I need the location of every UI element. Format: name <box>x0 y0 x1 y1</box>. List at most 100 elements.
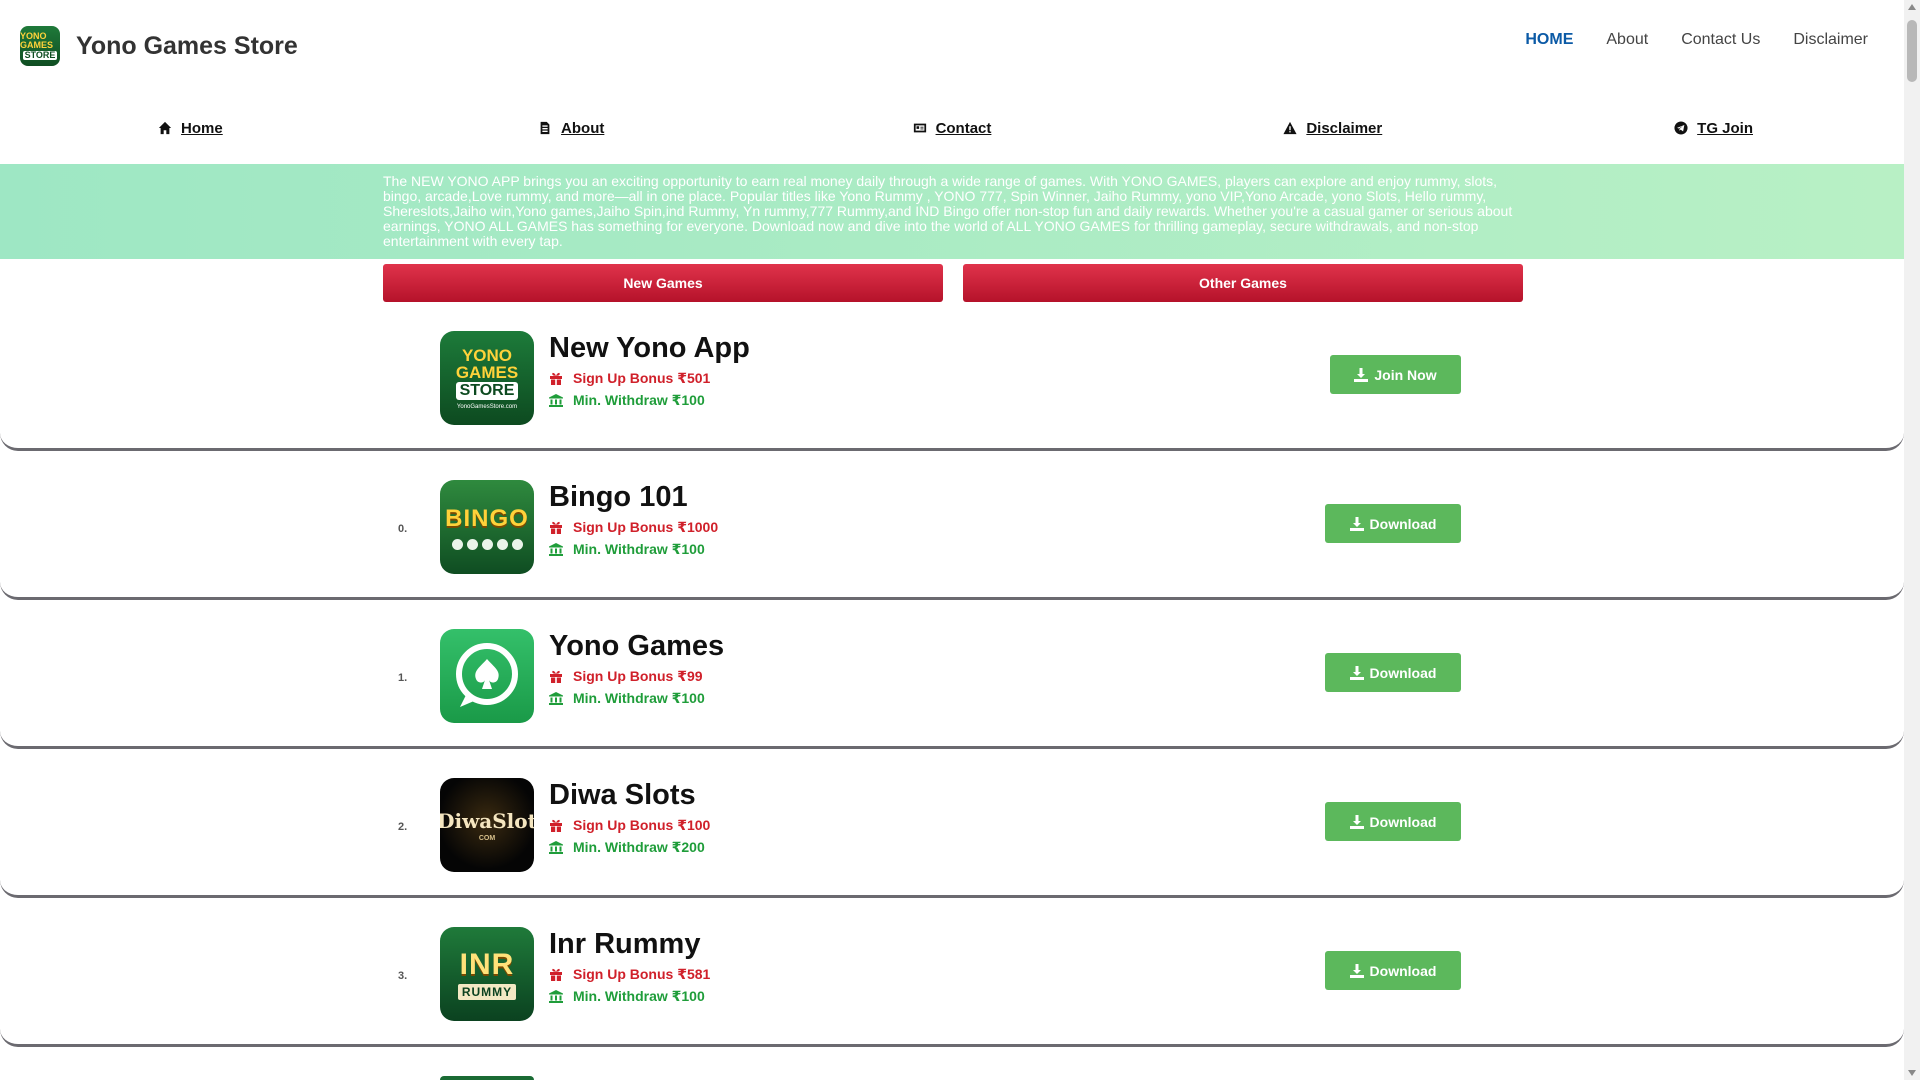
download-icon <box>1349 814 1364 829</box>
subnav-contact-label: Contact <box>935 119 992 137</box>
brand-logo[interactable]: YONO GAMES STORE <box>20 26 60 66</box>
next-game-icon-peek[interactable] <box>440 1076 534 1080</box>
game-card: 2. DiwaSlot COM Diwa Slots Sign Up Bonus… <box>0 749 1904 898</box>
download-icon <box>1349 516 1364 531</box>
game-icon-dots <box>450 538 525 550</box>
min-withdraw-text: Min. Withdraw ₹200 <box>573 839 705 855</box>
download-label: Download <box>1369 515 1437 532</box>
tab-other-games[interactable]: Other Games <box>963 264 1523 302</box>
game-title[interactable]: Yono Games <box>549 630 724 663</box>
nav-disclaimer[interactable]: Disclaimer <box>1793 31 1868 49</box>
secondary-nav: Home About Contact Disclaimer TG Join <box>0 92 1904 164</box>
signup-bonus-text: Sign Up Bonus ₹100 <box>573 817 711 833</box>
game-icon-diwa-slots[interactable]: DiwaSlot COM <box>440 778 534 872</box>
min-withdraw: Min. Withdraw ₹100 <box>549 541 705 558</box>
download-icon <box>1349 665 1364 680</box>
game-icon-text: GAMES <box>455 362 519 382</box>
brand-name[interactable]: Yono Games Store <box>76 32 298 61</box>
signup-bonus: Sign Up Bonus ₹501 <box>549 370 710 387</box>
brand-logo-text: YONO GAMES <box>20 31 54 50</box>
scrollbar[interactable] <box>1904 0 1920 1080</box>
game-icon-inr-rummy[interactable]: INR RUMMY <box>440 927 534 1021</box>
contact-card-icon <box>913 123 926 133</box>
min-withdraw-text: Min. Withdraw ₹100 <box>573 392 705 408</box>
game-rank: 2. <box>398 821 408 833</box>
game-card: 3. INR RUMMY Inr Rummy Sign Up Bonus ₹58… <box>0 898 1904 1047</box>
game-rank: 0. <box>398 523 408 535</box>
min-withdraw-text: Min. Withdraw ₹100 <box>573 541 705 557</box>
home-icon <box>158 121 172 135</box>
bank-icon <box>549 692 563 705</box>
signup-bonus: Sign Up Bonus ₹581 <box>549 966 710 983</box>
game-icon-text: YONO <box>461 345 513 365</box>
game-icon-text: RUMMY <box>457 984 517 1000</box>
download-label: Download <box>1369 664 1437 681</box>
warning-icon <box>1283 121 1297 135</box>
min-withdraw: Min. Withdraw ₹100 <box>549 690 705 707</box>
game-icon-new-yono-app[interactable]: YONO GAMES STORE YonoGamesStore.com <box>440 331 534 425</box>
bank-icon <box>549 841 563 854</box>
telegram-icon <box>1674 121 1688 135</box>
gift-icon <box>550 968 562 981</box>
intro-banner: The NEW YONO APP brings you an exciting … <box>0 164 1904 259</box>
bank-icon <box>549 394 563 407</box>
brand-logo-store: STORE <box>22 50 58 60</box>
signup-bonus-text: Sign Up Bonus ₹581 <box>573 966 711 982</box>
subnav-disclaimer[interactable]: Disclaimer <box>1142 120 1523 137</box>
signup-bonus-text: Sign Up Bonus ₹1000 <box>573 519 719 535</box>
min-withdraw-text: Min. Withdraw ₹100 <box>573 690 705 706</box>
document-icon <box>540 121 550 135</box>
game-title[interactable]: Inr Rummy <box>549 928 700 961</box>
download-label: Download <box>1369 962 1437 979</box>
nav-home[interactable]: HOME <box>1525 31 1573 49</box>
game-title[interactable]: Bingo 101 <box>549 481 688 514</box>
download-button[interactable]: Download <box>1325 653 1461 692</box>
top-nav: HOME About Contact Us Disclaimer <box>1492 31 1868 49</box>
game-icon-text: INR <box>459 948 515 981</box>
download-button[interactable]: Download <box>1325 802 1461 841</box>
join-now-button[interactable]: Join Now <box>1330 355 1461 394</box>
game-icon-text: STORE <box>455 381 519 400</box>
subnav-tg-join[interactable]: TG Join <box>1523 120 1904 137</box>
nav-contact-us[interactable]: Contact Us <box>1681 31 1760 49</box>
download-button[interactable]: Download <box>1325 951 1461 990</box>
game-icon-text: BINGO <box>445 504 529 532</box>
chat-spade-icon <box>456 643 518 707</box>
signup-bonus: Sign Up Bonus ₹100 <box>549 817 710 834</box>
bank-icon <box>549 990 563 1003</box>
game-title[interactable]: New Yono App <box>549 332 750 365</box>
game-icon-yono-games[interactable] <box>440 629 534 723</box>
subnav-disclaimer-label: Disclaimer <box>1306 119 1383 137</box>
brand[interactable]: YONO GAMES STORE Yono Games Store <box>20 26 298 66</box>
game-card: 0. BINGO Bingo 101 Sign Up Bonus ₹1000 M… <box>0 451 1904 600</box>
game-icon-bingo-101[interactable]: BINGO <box>440 480 534 574</box>
nav-about[interactable]: About <box>1606 31 1648 49</box>
gift-icon <box>550 670 562 683</box>
game-rank: 3. <box>398 970 408 982</box>
min-withdraw: Min. Withdraw ₹100 <box>549 392 705 409</box>
scrollbar-thumb[interactable] <box>1907 20 1917 82</box>
download-icon <box>1349 963 1364 978</box>
subnav-contact[interactable]: Contact <box>762 120 1143 137</box>
min-withdraw: Min. Withdraw ₹100 <box>549 988 705 1005</box>
game-icon-text: YonoGamesStore.com <box>456 403 518 410</box>
download-button[interactable]: Download <box>1325 504 1461 543</box>
signup-bonus: Sign Up Bonus ₹99 <box>549 668 703 685</box>
download-label: Download <box>1369 813 1437 830</box>
signup-bonus-text: Sign Up Bonus ₹501 <box>573 370 711 386</box>
bank-icon <box>549 543 563 556</box>
scroll-down-arrow[interactable] <box>1908 1070 1916 1076</box>
game-icon-text: COM <box>478 834 496 842</box>
scroll-up-arrow[interactable] <box>1908 4 1916 10</box>
game-card: 1. Yono Games Sign Up Bonus ₹99 Min. Wit… <box>0 600 1904 749</box>
tab-new-games[interactable]: New Games <box>383 264 943 302</box>
gift-icon <box>550 372 562 385</box>
min-withdraw-text: Min. Withdraw ₹100 <box>573 988 705 1004</box>
intro-text: The NEW YONO APP brings you an exciting … <box>383 173 1513 249</box>
gift-icon <box>550 521 562 534</box>
subnav-home[interactable]: Home <box>0 120 381 137</box>
game-title[interactable]: Diwa Slots <box>549 779 696 812</box>
game-rank: 1. <box>398 672 408 684</box>
subnav-about[interactable]: About <box>381 120 762 137</box>
min-withdraw: Min. Withdraw ₹200 <box>549 839 705 856</box>
